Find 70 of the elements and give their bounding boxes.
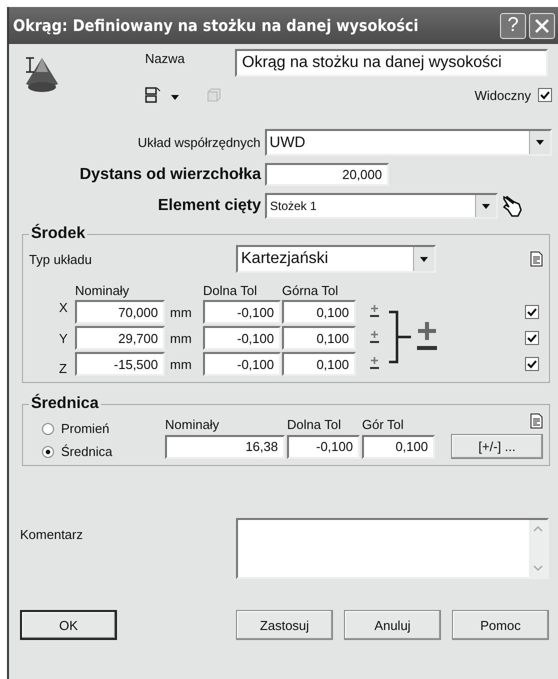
distance-label: Dystans od wierzchołka <box>78 166 261 184</box>
cut-element-label: Element cięty <box>156 197 261 215</box>
plus-minus-icon[interactable] <box>369 330 380 344</box>
lower-tolerance-field[interactable]: -0,100 <box>203 352 281 376</box>
upper-tolerance-field[interactable]: 0,100 <box>282 300 356 324</box>
axis-checkbox[interactable] <box>525 331 539 345</box>
nominal-field[interactable]: 70,000 <box>75 300 165 324</box>
pointer-hand-icon[interactable] <box>500 194 524 218</box>
diameter-upper-tolerance-field[interactable]: 0,100 <box>362 434 435 458</box>
close-button[interactable] <box>529 12 555 38</box>
checkmark-icon <box>527 308 537 316</box>
column-header: Nominały <box>75 283 130 298</box>
checkmark-icon <box>527 334 537 342</box>
type-dropdown[interactable]: Kartezjański <box>236 245 436 273</box>
unit-label: mm <box>169 356 193 372</box>
unit-label: mm <box>169 304 193 320</box>
axis-label: Y <box>59 330 69 346</box>
radio-label: Średnica <box>61 444 112 459</box>
diameter-title: Średnica <box>30 395 100 413</box>
checkmark-icon <box>527 360 537 368</box>
axis-label: X <box>59 300 69 315</box>
tolerance-button[interactable]: [+/-] ... <box>451 434 543 459</box>
lower-tolerance-field[interactable]: -0,100 <box>203 326 281 350</box>
diameter-nominal-field[interactable]: 16,38 <box>165 434 285 458</box>
caret-icon <box>171 94 179 100</box>
diameter-lower-tolerance-field[interactable]: -0,100 <box>287 434 360 458</box>
column-header: Górna Tol <box>282 283 340 298</box>
column-header: Gór Tol <box>362 417 405 432</box>
column-header: Nominały <box>165 417 220 432</box>
layers-icon[interactable] <box>145 87 161 103</box>
checkmark-icon <box>540 90 550 100</box>
dialog-button[interactable]: Pomoc <box>452 610 549 640</box>
comment-label: Komentarz <box>20 527 84 542</box>
nominal-field[interactable]: -15,500 <box>75 352 165 376</box>
name-field[interactable]: Okrąg na stożku na danej wysokości <box>235 49 548 77</box>
radio-button[interactable] <box>42 422 54 434</box>
column-header: Dolna Tol <box>203 283 258 298</box>
caret-icon <box>536 140 544 145</box>
coordinate-system-dropdown[interactable]: UWD <box>264 129 552 156</box>
visible-checkbox[interactable] <box>538 88 552 102</box>
cut-element-dropdown[interactable]: Stożek 1 <box>265 193 498 219</box>
upper-tolerance-field[interactable]: 0,100 <box>282 326 356 350</box>
window-title: Okrąg: Definiowany na stożku na danej wysokości <box>13 16 420 35</box>
unit-label: mm <box>169 330 193 346</box>
document-icon[interactable] <box>530 413 543 429</box>
axis-checkbox[interactable] <box>525 305 539 319</box>
name-label: Nazwa <box>145 51 186 66</box>
caret-icon <box>420 256 428 262</box>
dialog-button[interactable]: Anuluj <box>344 610 441 640</box>
distance-field[interactable]: 20,000 <box>265 163 389 186</box>
dialog-button[interactable]: OK <box>20 610 117 640</box>
column-header: Dolna Tol <box>287 417 342 432</box>
visible-label: Widoczny <box>474 88 531 102</box>
nominal-field[interactable]: 29,700 <box>75 326 165 350</box>
type-label: Typ układu <box>29 252 93 266</box>
axis-label: Z <box>59 361 68 376</box>
dialog-button[interactable]: Zastosuj <box>236 610 333 640</box>
caret-icon <box>482 204 490 208</box>
radio-button[interactable] <box>42 446 54 458</box>
document-icon[interactable] <box>530 251 543 267</box>
plus-minus-icon[interactable] <box>369 304 380 318</box>
plus-minus-icon[interactable] <box>369 356 380 370</box>
lower-tolerance-field[interactable]: -0,100 <box>203 300 281 324</box>
axis-checkbox[interactable] <box>525 357 539 371</box>
radio-label: Promień <box>61 421 110 436</box>
upper-tolerance-field[interactable]: 0,100 <box>282 352 356 376</box>
center-title: Środek <box>30 225 86 243</box>
coordinate-system-label: Układ współrzędnych <box>136 135 261 150</box>
help-button[interactable]: ? <box>500 12 526 38</box>
close-icon <box>534 18 550 34</box>
